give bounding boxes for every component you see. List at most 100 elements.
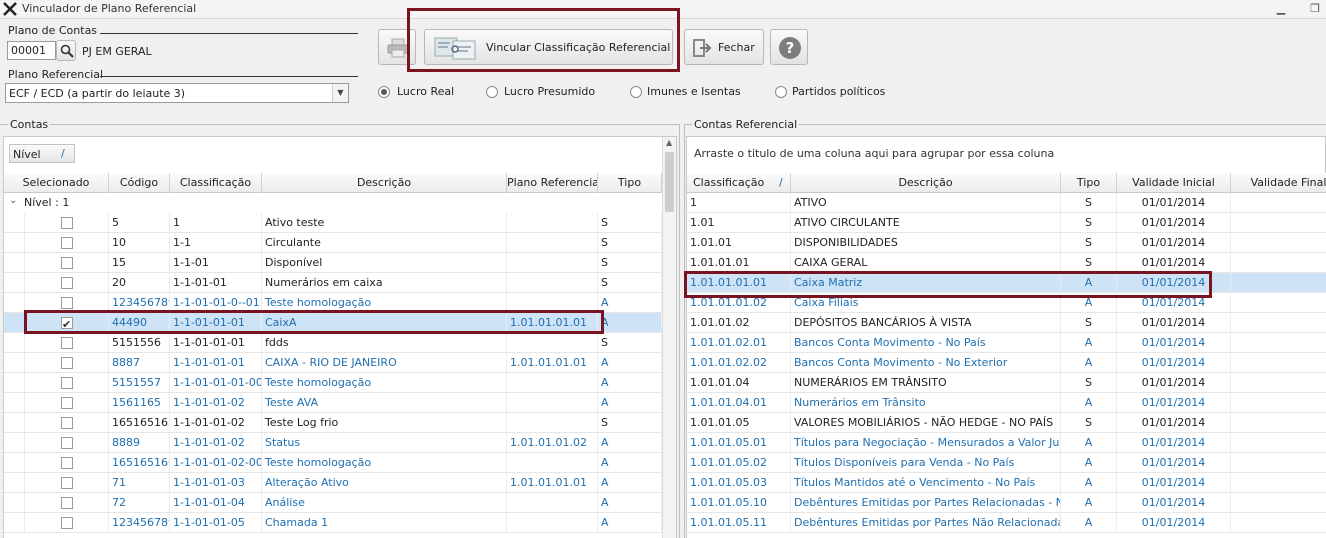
col-header-codigo[interactable]: Código bbox=[109, 173, 170, 193]
group-row[interactable]: ⌄ Nível : 1 bbox=[4, 193, 662, 213]
referencial-grid: Classificação / Descrição Tipo Validade … bbox=[687, 173, 1326, 538]
row-checkbox[interactable] bbox=[61, 217, 73, 229]
tipo-cell: A bbox=[1061, 433, 1117, 453]
col-header-descricao[interactable]: Descrição bbox=[262, 173, 507, 193]
col-header-validade-inicial[interactable]: Validade Inicial bbox=[1117, 173, 1231, 193]
radio-button[interactable] bbox=[378, 86, 390, 98]
plano-cell bbox=[507, 373, 598, 393]
fechar-button[interactable]: Fechar bbox=[684, 29, 764, 65]
col-header-selecionado[interactable]: Selecionado bbox=[4, 173, 109, 193]
table-row[interactable]: 1.01.01.02.01 Bancos Conta Movimento - No… bbox=[687, 333, 1326, 353]
row-checkbox[interactable] bbox=[61, 297, 73, 309]
table-row[interactable]: 8887 1-1-01-01-01 CAIXA - RIO DE JANEIRO 1.… bbox=[4, 353, 662, 373]
table-row[interactable]: 15 1-1-01 Disponível S bbox=[4, 253, 662, 273]
row-checkbox[interactable] bbox=[61, 517, 73, 529]
row-checkbox[interactable] bbox=[61, 257, 73, 269]
divider bbox=[100, 33, 358, 34]
table-row[interactable]: 165165166 1-1-01-01-02-00 Teste homologaçã… bbox=[4, 453, 662, 473]
radio-button[interactable] bbox=[630, 86, 642, 98]
table-row[interactable]: 1561165 1-1-01-01-02 Teste AVA A bbox=[4, 393, 662, 413]
descricao-cell: Títulos para Negociação - Mensurados a V… bbox=[791, 433, 1061, 453]
group-chip-nivel[interactable]: Nível / bbox=[9, 144, 75, 163]
table-row[interactable]: 165165165 1-1-01-01-02 Teste Log frio S bbox=[4, 413, 662, 433]
scrollbar-thumb[interactable] bbox=[665, 152, 674, 212]
table-row[interactable]: 1.01.01.04 NUMERÁRIOS EM TRÂNSITO S 01/01/2… bbox=[687, 373, 1326, 393]
col-header-classificacao[interactable]: Classificação / bbox=[687, 173, 791, 193]
validade-final-cell bbox=[1231, 313, 1326, 333]
table-row[interactable]: 1.01.01.02.02 Bancos Conta Movimento - No… bbox=[687, 353, 1326, 373]
table-row[interactable]: 1.01.01.05.03 Títulos Mantidos até o Venc… bbox=[687, 473, 1326, 493]
plano-referencial-select[interactable]: ECF / ECD (a partir do leiaute 3) ▼ bbox=[5, 83, 349, 103]
plano-cell bbox=[507, 453, 598, 473]
row-checkbox[interactable] bbox=[61, 357, 73, 369]
validade-final-cell bbox=[1231, 373, 1326, 393]
descricao-cell: Teste homologação bbox=[262, 373, 507, 393]
plano-contas-code-input[interactable]: 00001 bbox=[7, 41, 56, 60]
validade-final-cell bbox=[1231, 193, 1326, 213]
row-checkbox[interactable] bbox=[61, 337, 73, 349]
table-row[interactable]: 1 ATIVO S 01/01/2014 bbox=[687, 193, 1326, 213]
table-row[interactable]: 5 1 Ativo teste S bbox=[4, 213, 662, 233]
table-row[interactable]: 1.01.01.01 CAIXA GERAL S 01/01/2014 bbox=[687, 253, 1326, 273]
table-row[interactable]: 72 1-1-01-01-04 Análise A bbox=[4, 493, 662, 513]
minimize-icon[interactable]: ▁ bbox=[1274, 2, 1288, 16]
table-row[interactable]: 20 1-1-01-01 Numerários em caixa S bbox=[4, 273, 662, 293]
validade-inicial-cell: 01/01/2014 bbox=[1117, 513, 1231, 533]
descricao-cell: Teste Log frio bbox=[262, 413, 507, 433]
descricao-cell: fdds bbox=[262, 333, 507, 353]
search-button[interactable] bbox=[56, 40, 76, 61]
highlight-box bbox=[684, 271, 1212, 298]
table-row[interactable]: 1.01.01 DISPONIBILIDADES S 01/01/2014 bbox=[687, 233, 1326, 253]
table-row[interactable]: 1.01.01.05.01 Títulos para Negociação - M… bbox=[687, 433, 1326, 453]
tipo-cell: A bbox=[598, 493, 662, 513]
row-checkbox[interactable] bbox=[61, 377, 73, 389]
col-header-descricao[interactable]: Descrição bbox=[791, 173, 1061, 193]
row-checkbox[interactable] bbox=[61, 497, 73, 509]
scroll-up-icon[interactable]: ▲ bbox=[666, 138, 672, 147]
table-row[interactable]: 1.01 ATIVO CIRCULANTE S 01/01/2014 bbox=[687, 213, 1326, 233]
col-header-tipo[interactable]: Tipo bbox=[598, 173, 662, 193]
codigo-cell: 20 bbox=[109, 273, 170, 293]
table-row[interactable]: 1.01.01.04.01 Numerários em Trânsito A 01/0… bbox=[687, 393, 1326, 413]
row-checkbox[interactable] bbox=[61, 437, 73, 449]
table-row[interactable]: 1.01.01.05.11 Debêntures Emitidas por Par… bbox=[687, 513, 1326, 533]
table-row[interactable]: 1.01.01.02 DEPÓSITOS BANCÁRIOS À VISTA S 01… bbox=[687, 313, 1326, 333]
table-row[interactable]: 71 1-1-01-01-03 Alteração Ativo 1.01.01.01.… bbox=[4, 473, 662, 493]
help-button[interactable]: ? bbox=[770, 29, 808, 65]
row-checkbox[interactable] bbox=[61, 397, 73, 409]
table-row[interactable]: 10 1-1 Circulante S bbox=[4, 233, 662, 253]
validade-inicial-cell: 01/01/2014 bbox=[1117, 213, 1231, 233]
row-checkbox[interactable] bbox=[61, 477, 73, 489]
classificacao-cell: 1.01.01.05.01 bbox=[687, 433, 791, 453]
row-checkbox[interactable] bbox=[61, 417, 73, 429]
classificacao-cell: 1 bbox=[170, 213, 262, 233]
restore-icon[interactable]: ❐ bbox=[1308, 2, 1322, 16]
tipo-cell: A bbox=[598, 373, 662, 393]
table-row[interactable]: 1.01.01.05.10 Debêntures Emitidas por Par… bbox=[687, 493, 1326, 513]
radio-button[interactable] bbox=[775, 86, 787, 98]
row-checkbox[interactable] bbox=[61, 457, 73, 469]
classificacao-cell: 1-1 bbox=[170, 233, 262, 253]
descricao-cell: Alteração Ativo bbox=[262, 473, 507, 493]
codigo-cell: 5 bbox=[109, 213, 170, 233]
table-row[interactable]: 5151557 1-1-01-01-01-00 Teste homologação A bbox=[4, 373, 662, 393]
contas-scrollbar[interactable]: ▲ bbox=[662, 137, 676, 538]
descricao-cell: Debêntures Emitidas por Partes Relaciona… bbox=[791, 493, 1061, 513]
table-row[interactable]: 1.01.01.05.02 Títulos Disponíveis para Ve… bbox=[687, 453, 1326, 473]
table-row[interactable]: 123456789 1-1-01-01-05 Chamada 1 A bbox=[4, 513, 662, 533]
table-row[interactable]: 8889 1-1-01-01-02 Status 1.01.01.01.02 A bbox=[4, 433, 662, 453]
tipo-cell: A bbox=[1061, 393, 1117, 413]
table-row[interactable]: 1.01.01.05 VALORES MOBILIÁRIOS - NÃO HEDG… bbox=[687, 413, 1326, 433]
table-row[interactable]: 5151556 1-1-01-01-01 fdds S bbox=[4, 333, 662, 353]
classificacao-cell: 1.01.01.05.03 bbox=[687, 473, 791, 493]
col-header-plano-referencial[interactable]: Plano Referencial bbox=[507, 173, 598, 193]
chevron-down-icon[interactable]: ⌄ bbox=[9, 195, 17, 206]
col-header-tipo[interactable]: Tipo bbox=[1061, 173, 1117, 193]
row-checkbox[interactable] bbox=[61, 277, 73, 289]
descricao-cell: Numerários em caixa bbox=[262, 273, 507, 293]
radio-button[interactable] bbox=[486, 86, 498, 98]
descricao-cell: Teste AVA bbox=[262, 393, 507, 413]
col-header-classificacao[interactable]: Classificação bbox=[170, 173, 262, 193]
col-header-validade-final[interactable]: Validade Final bbox=[1231, 173, 1326, 193]
row-checkbox[interactable] bbox=[61, 237, 73, 249]
